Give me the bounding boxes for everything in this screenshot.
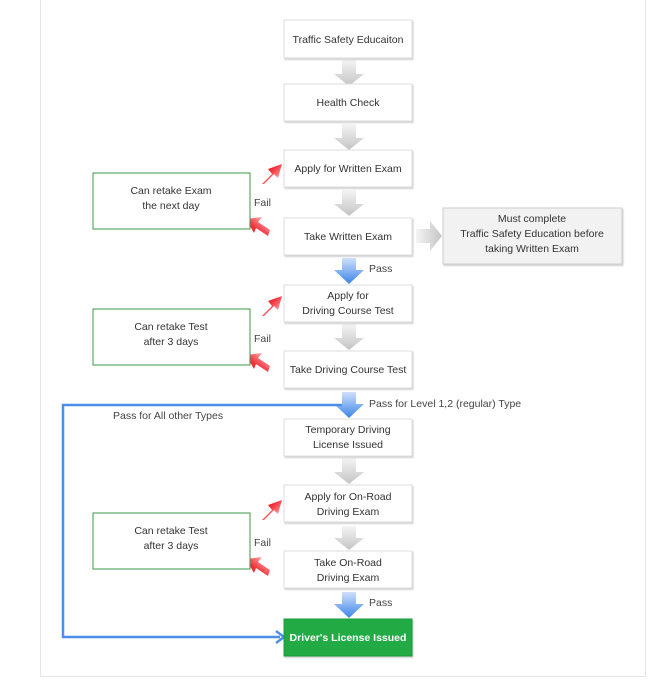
- arrow-right-icon: [416, 221, 442, 251]
- node-label: Health Check: [316, 97, 380, 109]
- retake-line: the next day: [142, 200, 200, 212]
- note-line: Must complete: [498, 213, 566, 225]
- fail-arrow-icon: [262, 500, 282, 520]
- node-apply-driving-course-test: Apply for Driving Course Test: [283, 284, 413, 323]
- retake-line: Can retake Exam: [130, 185, 211, 197]
- fail-arrow-icon: [262, 296, 282, 316]
- retake-box-driving-course: Can retake Test after 3 days: [92, 308, 251, 366]
- node-take-written-exam: Take Written Exam: [283, 217, 413, 256]
- arrow-down-icon: [334, 60, 364, 86]
- arrow-down-icon: [334, 124, 364, 150]
- arrow-down-icon: [334, 324, 364, 350]
- node-health-check: Health Check: [283, 83, 413, 122]
- fail-label: Fail: [254, 537, 271, 549]
- arrow-down-icon: [334, 190, 364, 216]
- node-label: Driving Exam: [317, 572, 380, 584]
- node-label: Take On-Road: [314, 557, 382, 569]
- node-apply-written-exam: Apply for Written Exam: [283, 149, 413, 188]
- fail-arrows: [246, 164, 282, 576]
- fail-label: Fail: [254, 333, 271, 345]
- node-apply-on-road-exam: Apply for On-Road Driving Exam: [283, 484, 413, 523]
- pass-arrow-icon: [334, 258, 364, 284]
- pass-label: Pass: [369, 263, 392, 275]
- fail-label: Fail: [254, 197, 271, 209]
- node-label: Apply for On-Road: [305, 491, 392, 503]
- arrow-down-icon: [334, 526, 364, 550]
- node-label: Apply for Written Exam: [294, 163, 401, 175]
- retake-box-written: Can retake Exam the next day: [92, 172, 251, 230]
- node-label: Driver's License Issued: [290, 632, 407, 644]
- pass-other-label: Pass for All other Types: [113, 410, 223, 422]
- pass-label: Pass: [369, 597, 392, 609]
- node-label: Driving Exam: [317, 506, 380, 518]
- node-label: Take Driving Course Test: [290, 364, 407, 376]
- node-traffic-safety-education: Traffic Safety Educaiton: [283, 19, 413, 59]
- node-label: License Issued: [313, 439, 383, 451]
- retake-line: after 3 days: [144, 336, 199, 348]
- node-take-on-road-exam: Take On-Road Driving Exam: [283, 550, 413, 589]
- pass-regular-label: Pass for Level 1,2 (regular) Type: [369, 398, 521, 410]
- retake-line: Can retake Test: [134, 321, 207, 333]
- flowchart: Traffic Safety Educaiton Health Check Ap…: [61, 19, 623, 657]
- retake-box-on-road: Can retake Test after 3 days: [92, 512, 251, 570]
- pass-arrow-icon: [334, 592, 364, 618]
- note-line: taking Written Exam: [485, 243, 579, 255]
- node-label: Temporary Driving: [305, 424, 390, 436]
- node-label: Apply for: [327, 290, 369, 302]
- fail-arrow-icon: [262, 164, 282, 184]
- node-label: Take Written Exam: [304, 231, 392, 243]
- arrow-down-icon: [334, 458, 364, 484]
- note-line: Traffic Safety Education before: [460, 228, 604, 240]
- note-box: Must complete Traffic Safety Education b…: [442, 207, 623, 265]
- node-label: Driving Course Test: [302, 305, 394, 317]
- retake-line: Can retake Test: [134, 525, 207, 537]
- node-take-driving-course-test: Take Driving Course Test: [283, 350, 413, 389]
- retake-line: after 3 days: [144, 540, 199, 552]
- node-label: Traffic Safety Educaiton: [293, 34, 404, 46]
- node-drivers-license-issued: Driver's License Issued: [283, 618, 413, 657]
- node-temporary-license: Temporary Driving License Issued: [283, 418, 413, 457]
